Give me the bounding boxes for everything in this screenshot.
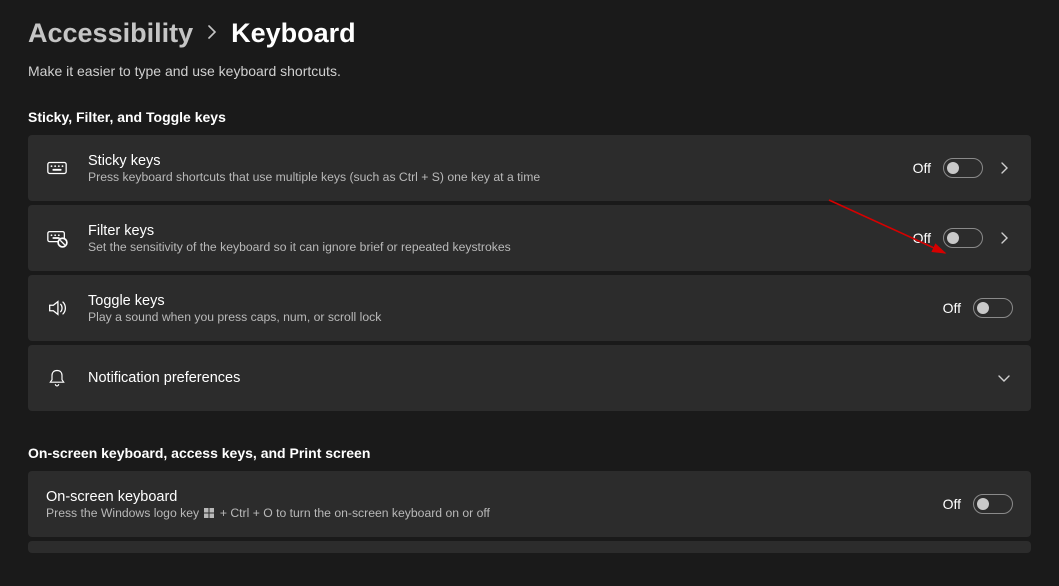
- filter-state-label: Off: [913, 230, 931, 246]
- sticky-title: Sticky keys: [88, 153, 893, 169]
- card-notification-preferences[interactable]: Notification preferences: [28, 345, 1031, 411]
- sticky-toggle[interactable]: [943, 158, 983, 178]
- section-header-sticky: Sticky, Filter, and Toggle keys: [28, 109, 1031, 125]
- togglekeys-title: Toggle keys: [88, 293, 923, 309]
- breadcrumb-current: Keyboard: [231, 18, 356, 49]
- notif-expand-chevron[interactable]: [995, 374, 1013, 382]
- section-header-osk: On-screen keyboard, access keys, and Pri…: [28, 445, 1031, 461]
- page-subtitle: Make it easier to type and use keyboard …: [28, 63, 1031, 79]
- card-onscreen-keyboard[interactable]: On-screen keyboard Press the Windows log…: [28, 471, 1031, 537]
- filter-expand-chevron[interactable]: [995, 232, 1013, 244]
- card-toggle-keys[interactable]: Toggle keys Play a sound when you press …: [28, 275, 1031, 341]
- filter-toggle[interactable]: [943, 228, 983, 248]
- filter-title: Filter keys: [88, 223, 893, 239]
- osk-toggle[interactable]: [973, 494, 1013, 514]
- keyboard-filter-icon: [46, 227, 68, 249]
- windows-logo-icon: [204, 508, 214, 518]
- card-sticky-keys[interactable]: Sticky keys Press keyboard shortcuts tha…: [28, 135, 1031, 201]
- sticky-expand-chevron[interactable]: [995, 162, 1013, 174]
- keyboard-sticky-icon: [46, 157, 68, 179]
- breadcrumb: Accessibility Keyboard: [28, 18, 1031, 49]
- chevron-right-icon: [207, 24, 217, 44]
- notif-title: Notification preferences: [88, 370, 975, 386]
- osk-title: On-screen keyboard: [46, 489, 943, 505]
- osk-state-label: Off: [943, 496, 961, 512]
- osk-desc: Press the Windows logo key + Ctrl + O to…: [46, 506, 943, 520]
- filter-desc: Set the sensitivity of the keyboard so i…: [88, 240, 893, 254]
- card-next-hidden[interactable]: [28, 541, 1031, 553]
- sticky-state-label: Off: [913, 160, 931, 176]
- sticky-desc: Press keyboard shortcuts that use multip…: [88, 170, 893, 184]
- togglekeys-toggle[interactable]: [973, 298, 1013, 318]
- bell-icon: [46, 367, 68, 389]
- breadcrumb-parent[interactable]: Accessibility: [28, 18, 193, 49]
- card-filter-keys[interactable]: Filter keys Set the sensitivity of the k…: [28, 205, 1031, 271]
- togglekeys-desc: Play a sound when you press caps, num, o…: [88, 310, 923, 324]
- togglekeys-state-label: Off: [943, 300, 961, 316]
- speaker-icon: [46, 297, 68, 319]
